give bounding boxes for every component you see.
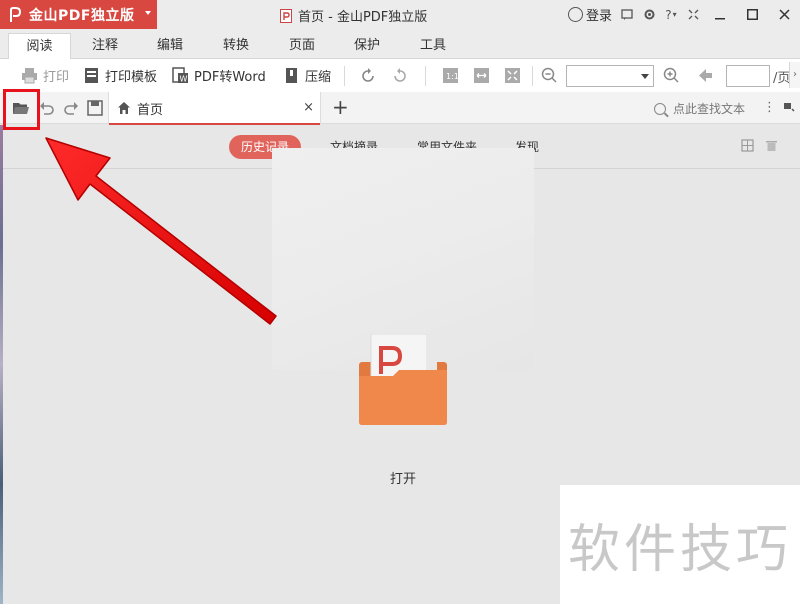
open-folder-illustration-icon[interactable]	[359, 334, 449, 426]
print-button[interactable]: 打印	[21, 59, 69, 92]
undo-icon[interactable]	[38, 99, 56, 117]
rotate-right-icon[interactable]	[391, 67, 408, 84]
compress-label: 压缩	[305, 70, 332, 85]
toolbar-divider	[532, 66, 533, 86]
user-icon	[567, 7, 583, 22]
watermark: 软件技巧	[560, 485, 800, 604]
pdf-to-word-button[interactable]: W PDF转Word	[172, 59, 266, 92]
print-label: 打印	[43, 70, 70, 85]
search-box[interactable]: 点此查找文本	[654, 100, 745, 117]
more-options-icon[interactable]: ⋮	[763, 100, 776, 115]
svg-text:W: W	[180, 75, 188, 84]
previous-page-icon[interactable]	[697, 67, 714, 84]
page-suffix: /页	[773, 71, 791, 86]
actual-size-icon[interactable]: 1:1	[442, 67, 459, 84]
trash-icon[interactable]	[765, 139, 778, 152]
pdf-to-word-label: PDF转Word	[194, 70, 266, 85]
zoom-select[interactable]	[566, 65, 654, 87]
panel-toggle-icon[interactable]	[783, 101, 795, 113]
minimize-button[interactable]	[704, 0, 736, 29]
zoom-out-icon[interactable]	[541, 67, 558, 84]
save-icon[interactable]	[86, 99, 104, 117]
settings-icon[interactable]	[638, 0, 660, 29]
pdf-doc-icon	[280, 8, 292, 23]
highlight-box	[3, 89, 40, 130]
login-button[interactable]: 登录	[567, 5, 612, 24]
watermark-text: 软件技巧	[567, 520, 792, 580]
print-template-icon	[85, 68, 98, 83]
desktop-edge	[0, 125, 3, 604]
redo-icon[interactable]	[62, 99, 80, 117]
tab-home-label: 首页	[137, 102, 164, 118]
home-icon	[118, 102, 130, 114]
tab-convert[interactable]: 转换	[213, 35, 259, 59]
maximize-button[interactable]	[736, 0, 768, 29]
tab-home[interactable]: 首页 ×	[108, 92, 321, 125]
app-name: 金山PDF独立版	[29, 7, 135, 24]
tab-page[interactable]: 页面	[279, 35, 325, 59]
help-button[interactable]: ? ▾	[660, 0, 682, 29]
grid-view-icon[interactable]	[741, 139, 754, 152]
open-label: 打开	[390, 472, 417, 487]
window-title: 首页 - 金山PDF独立版	[280, 6, 427, 25]
pdf-to-word-icon: W	[172, 67, 188, 84]
tab-edit[interactable]: 编辑	[147, 35, 193, 59]
fit-page-icon[interactable]	[504, 67, 521, 84]
window-title-text: 首页 - 金山PDF独立版	[298, 10, 428, 25]
zoom-in-icon[interactable]	[663, 67, 680, 84]
message-icon[interactable]	[616, 0, 638, 29]
tab-protect[interactable]: 保护	[344, 35, 390, 59]
restore-layout-icon[interactable]	[682, 0, 704, 29]
rotate-left-icon[interactable]	[360, 67, 377, 84]
tab-tools[interactable]: 工具	[410, 35, 456, 59]
toolbar-scroll-right-icon[interactable]: ›	[789, 62, 800, 88]
search-icon	[654, 102, 666, 115]
title-bar: 金山PDF独立版 首页 - 金山PDF独立版 登录 ? ▾	[0, 0, 800, 30]
page-number-input[interactable]	[726, 65, 770, 87]
printer-icon	[22, 68, 37, 84]
add-tab-button[interactable]: +	[332, 95, 349, 119]
search-placeholder: 点此查找文本	[673, 102, 746, 116]
compress-icon	[286, 68, 297, 83]
close-tab-icon[interactable]: ×	[303, 100, 314, 115]
compress-button[interactable]: 压缩	[283, 59, 331, 92]
fit-width-icon[interactable]	[473, 67, 490, 84]
chevron-down-icon	[145, 11, 151, 15]
toolbar-divider	[425, 66, 426, 86]
tab-read[interactable]: 阅读	[8, 33, 71, 60]
tab-annotate[interactable]: 注释	[82, 35, 128, 59]
app-menu-button[interactable]: 金山PDF独立版	[0, 0, 157, 29]
toolbar: 打印 打印模板 W PDF转Word 压缩 1:1	[0, 59, 800, 92]
print-template-label: 打印模板	[105, 70, 158, 85]
help-caret-icon: ▾	[672, 10, 677, 19]
close-window-button[interactable]	[768, 0, 800, 29]
print-template-button[interactable]: 打印模板	[83, 59, 157, 92]
ribbon-tabs: 阅读 注释 编辑 转换 页面 保护 工具	[0, 30, 800, 60]
svg-text:1:1: 1:1	[446, 72, 459, 81]
chevron-down-icon	[641, 74, 649, 79]
pdf-logo-icon	[10, 6, 22, 22]
toolbar-divider	[344, 66, 345, 86]
login-label: 登录	[585, 9, 612, 24]
help-label: ?	[665, 7, 672, 22]
